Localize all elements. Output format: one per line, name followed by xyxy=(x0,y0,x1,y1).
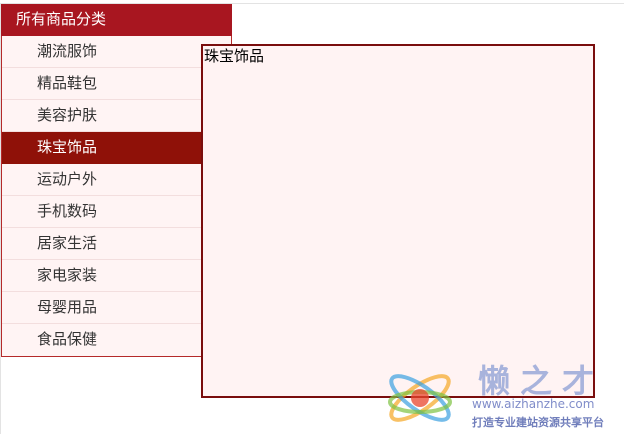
watermark-name: 懒之才 xyxy=(478,362,605,400)
category-menu-header[interactable]: 所有商品分类 xyxy=(1,4,232,36)
category-item-jewelry[interactable]: 珠宝饰品 xyxy=(2,132,231,164)
watermark-slogan: 打造专业建站资源共享平台 xyxy=(472,416,604,429)
category-list: 潮流服饰 精品鞋包 美容护肤 珠宝饰品 运动户外 手机数码 居家生活 家电家装 … xyxy=(1,36,232,357)
subcategory-panel: 珠宝饰品 xyxy=(201,44,595,398)
subcategory-panel-title: 珠宝饰品 xyxy=(204,47,265,65)
category-item-clothing[interactable]: 潮流服饰 xyxy=(2,36,231,68)
category-item-shoes-bags[interactable]: 精品鞋包 xyxy=(2,68,231,100)
category-item-appliances[interactable]: 家电家装 xyxy=(2,260,231,292)
category-item-beauty[interactable]: 美容护肤 xyxy=(2,100,231,132)
watermark-logo-icon xyxy=(388,374,452,422)
category-item-baby[interactable]: 母婴用品 xyxy=(2,292,231,324)
page: 所有商品分类 潮流服饰 精品鞋包 美容护肤 珠宝饰品 运动户外 手机数码 居家生… xyxy=(0,0,624,434)
category-item-food[interactable]: 食品保健 xyxy=(2,324,231,356)
category-item-digital[interactable]: 手机数码 xyxy=(2,196,231,228)
watermark-url: www.aizhanzhe.com xyxy=(472,397,595,411)
category-item-home[interactable]: 居家生活 xyxy=(2,228,231,260)
category-item-outdoor[interactable]: 运动户外 xyxy=(2,164,231,196)
watermark: 懒之才 www.aizhanzhe.com 打造专业建站资源共享平台 xyxy=(380,356,624,434)
category-menu: 所有商品分类 潮流服饰 精品鞋包 美容护肤 珠宝饰品 运动户外 手机数码 居家生… xyxy=(1,4,232,357)
